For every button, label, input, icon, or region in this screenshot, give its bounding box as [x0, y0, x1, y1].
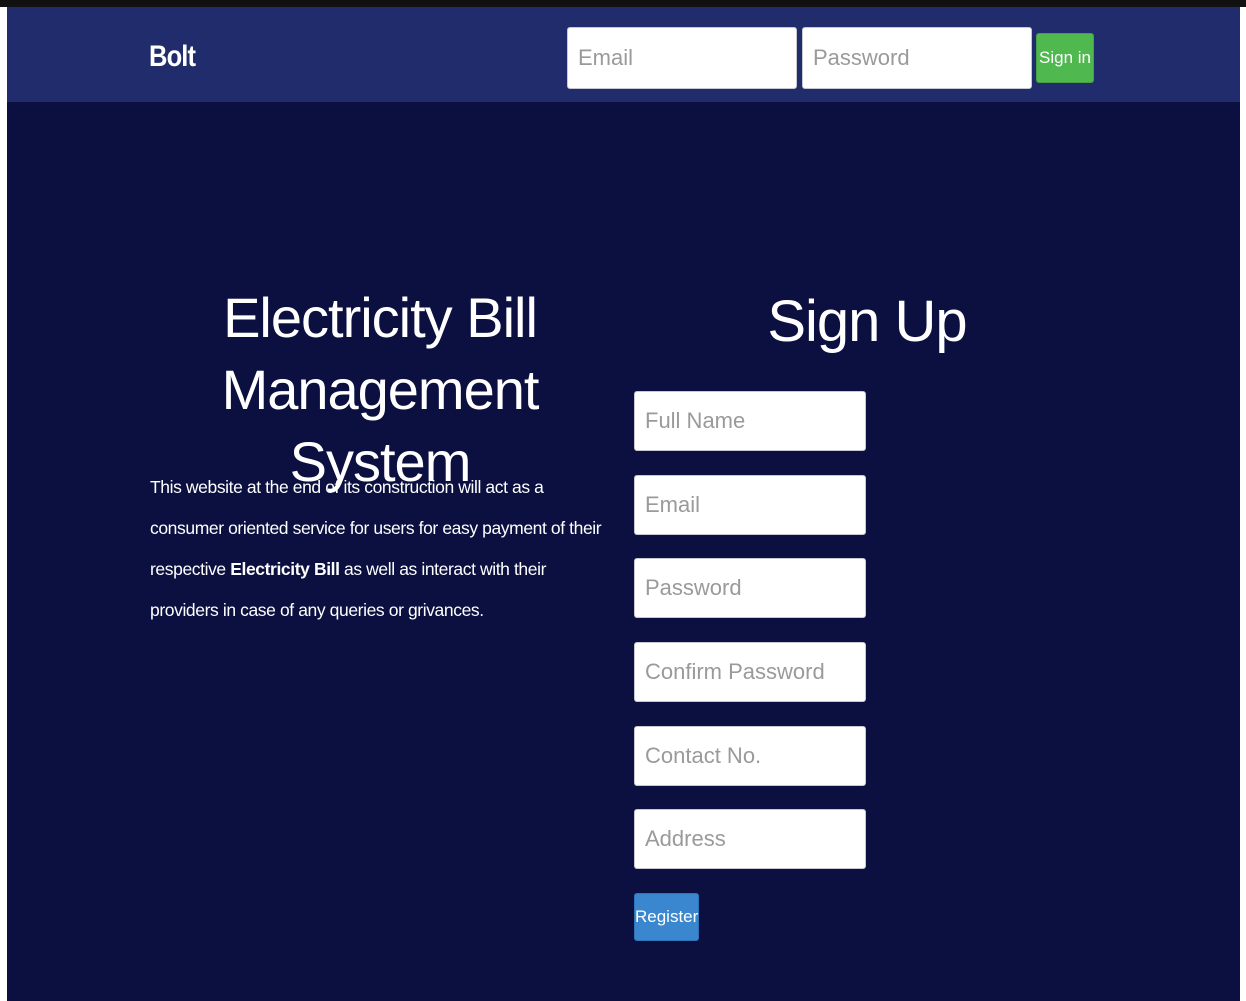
password-input[interactable] [634, 558, 866, 618]
register-button[interactable]: Register [634, 893, 699, 941]
page: Bolt Sign in Electricity Bill Management… [7, 7, 1240, 1001]
navbar: Bolt Sign in [7, 7, 1240, 102]
hero-title-line-1: Electricity Bill [223, 286, 538, 349]
hero-title: Electricity Bill Management System [125, 282, 635, 498]
window-top-edge [0, 0, 1246, 7]
nav-password-input[interactable] [802, 27, 1032, 89]
confirm-password-input[interactable] [634, 642, 866, 702]
full-name-input[interactable] [634, 391, 866, 451]
hero-description-bold: Electricity Bill [230, 559, 340, 579]
address-input[interactable] [634, 809, 866, 869]
sign-in-button[interactable]: Sign in [1036, 33, 1094, 83]
nav-email-input[interactable] [567, 27, 797, 89]
signup-title: Sign Up [767, 289, 967, 354]
email-input[interactable] [634, 475, 866, 535]
brand-logo[interactable]: Bolt [149, 40, 196, 74]
contact-number-input[interactable] [634, 726, 866, 786]
hero-description: This website at the end of its construct… [150, 467, 610, 631]
